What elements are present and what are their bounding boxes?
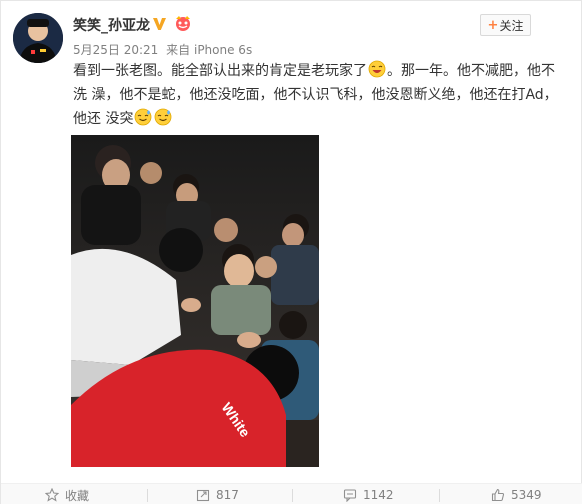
post-text: 看到一张老图。能全部认出来的肯定是老玩家了 。那一年。他不减肥，他不洗 澡，他不是… xyxy=(73,59,563,131)
follow-button[interactable]: + 关注 xyxy=(480,14,531,36)
divider xyxy=(147,489,148,502)
post-text-line3: 没突 xyxy=(105,111,134,127)
like-count: 5349 xyxy=(511,488,542,502)
post-photo[interactable]: White xyxy=(71,135,319,467)
post-meta: 5月25日 20:21 来自 iPhone 6s xyxy=(73,41,252,58)
divider xyxy=(439,489,440,502)
repost-count: 817 xyxy=(216,488,239,502)
member-badge-icon xyxy=(176,16,190,31)
repost-button[interactable]: 817 xyxy=(196,484,239,504)
sweat-smile-emoji-icon xyxy=(155,108,172,126)
like-button[interactable]: 5349 xyxy=(491,484,542,504)
divider xyxy=(292,489,293,502)
post-text-line1: 看到一张老图。能全部认出来的肯定是老玩家了 xyxy=(73,63,367,79)
favorite-button[interactable]: 收藏 xyxy=(45,484,89,504)
follow-label: 关注 xyxy=(499,18,524,33)
verified-icon xyxy=(153,18,166,30)
sweat-smile-emoji-icon xyxy=(135,108,152,126)
source-prefix: 来自 xyxy=(166,43,191,57)
source-device[interactable]: iPhone 6s xyxy=(194,43,252,57)
comment-icon xyxy=(343,489,357,502)
post-date[interactable]: 5月25日 20:21 xyxy=(73,43,158,57)
avatar[interactable] xyxy=(13,13,63,63)
weibo-post-card: 笑笑_孙亚龙 + 关注 5月25日 20:21 来自 iPhone 6s 看到一… xyxy=(0,0,582,504)
username[interactable]: 笑笑_孙亚龙 xyxy=(73,15,150,35)
thumbs-up-icon xyxy=(491,488,505,502)
plus-icon: + xyxy=(487,17,499,33)
action-bar: 收藏 817 1142 5349 xyxy=(1,483,582,504)
repost-icon xyxy=(196,489,210,502)
favorite-label: 收藏 xyxy=(65,488,90,503)
laughing-emoji-icon xyxy=(368,60,386,78)
star-icon xyxy=(45,488,59,502)
comment-count: 1142 xyxy=(363,488,394,502)
comment-button[interactable]: 1142 xyxy=(343,484,394,504)
